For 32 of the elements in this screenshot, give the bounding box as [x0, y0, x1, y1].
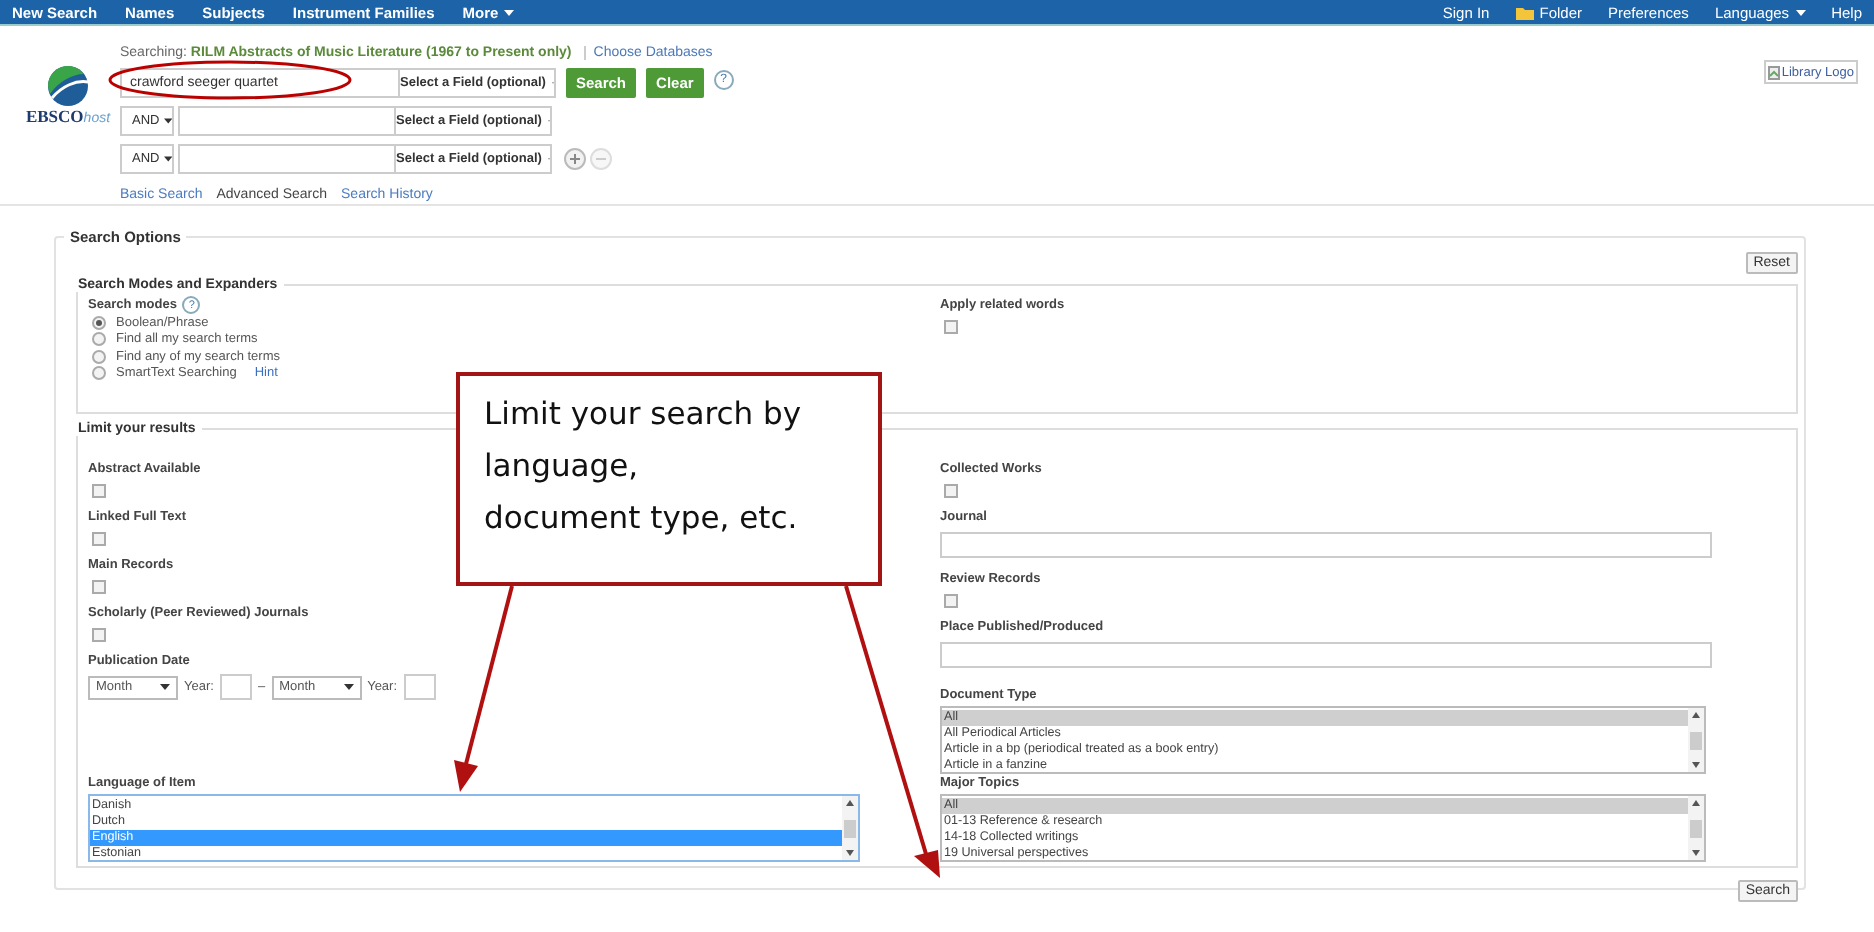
remove-row-icon[interactable] — [590, 148, 612, 170]
checkbox[interactable] — [944, 594, 958, 608]
scroll-down-icon[interactable] — [1692, 850, 1700, 856]
radio-button[interactable] — [92, 315, 106, 330]
scroll-up-icon[interactable] — [1692, 800, 1700, 806]
callout-text: Limit your search by language, document type, etc. — [456, 372, 882, 586]
radio-button[interactable] — [92, 332, 106, 347]
broken-image-icon — [1767, 65, 1780, 79]
scrollbar[interactable] — [842, 796, 858, 860]
scrollbar[interactable] — [1688, 708, 1704, 772]
logo-icon — [48, 66, 88, 106]
checkbox[interactable] — [944, 484, 958, 498]
add-row-icon[interactable] — [564, 148, 586, 170]
radio-button[interactable] — [92, 366, 106, 381]
radio-button[interactable] — [92, 349, 106, 364]
folder-icon — [1515, 5, 1534, 19]
text-input[interactable] — [940, 532, 1712, 558]
text-input[interactable] — [940, 642, 1712, 668]
search-input[interactable] — [178, 144, 396, 174]
search-input[interactable] — [178, 106, 396, 136]
checkbox[interactable] — [944, 320, 958, 334]
year-input[interactable] — [403, 674, 436, 700]
checkbox[interactable] — [92, 628, 106, 642]
checkbox[interactable] — [92, 580, 106, 594]
scrollbar[interactable] — [1688, 796, 1704, 860]
scroll-up-icon[interactable] — [1692, 712, 1700, 718]
scroll-up-icon[interactable] — [846, 800, 854, 806]
checkbox[interactable] — [92, 532, 106, 546]
checkbox[interactable] — [92, 484, 106, 498]
scroll-down-icon[interactable] — [846, 850, 854, 856]
scroll-down-icon[interactable] — [1692, 762, 1700, 768]
year-input[interactable] — [219, 674, 252, 700]
